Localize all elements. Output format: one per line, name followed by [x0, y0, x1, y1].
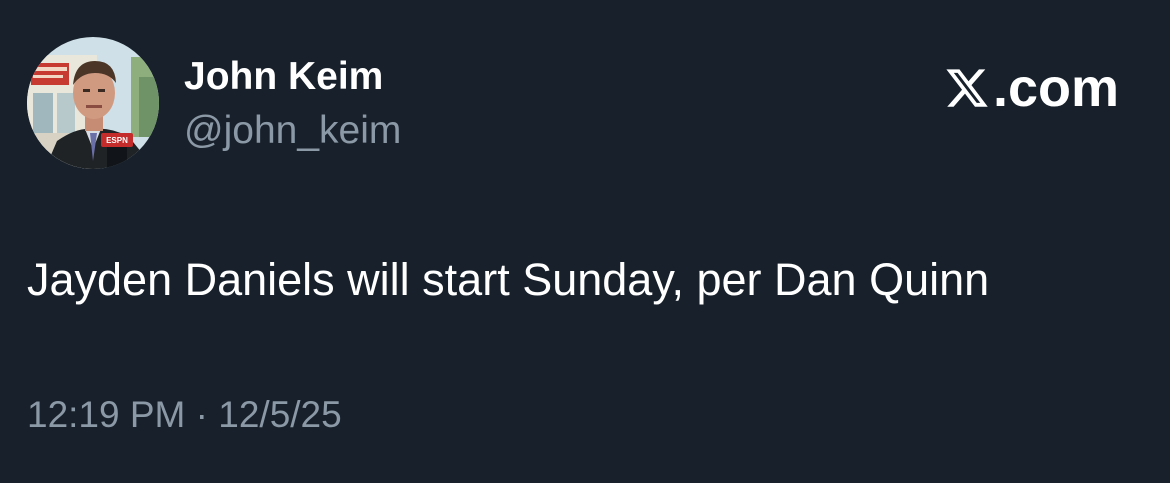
author-avatar[interactable]: ESPN: [27, 37, 159, 169]
profile-photo-icon: ESPN: [27, 37, 159, 169]
tweet-time: 12:19 PM: [27, 394, 186, 435]
tweet-date: 12/5/25: [218, 394, 342, 435]
tweet-text: Jayden Daniels will start Sunday, per Da…: [27, 254, 990, 305]
tweet-card: ESPN John Keim @john_keim .com Jayden Da…: [0, 0, 1170, 483]
meta-separator: ·: [195, 394, 208, 435]
tweet-timestamp[interactable]: 12:19 PM · 12/5/25: [27, 392, 342, 438]
mic-flag-text: ESPN: [106, 136, 128, 145]
author-handle[interactable]: @john_keim: [184, 106, 401, 156]
brand-suffix: .com: [992, 58, 1119, 118]
author-display-name[interactable]: John Keim: [184, 52, 383, 102]
x-logo-icon: [946, 69, 988, 107]
brand-label: .com: [944, 58, 1119, 118]
